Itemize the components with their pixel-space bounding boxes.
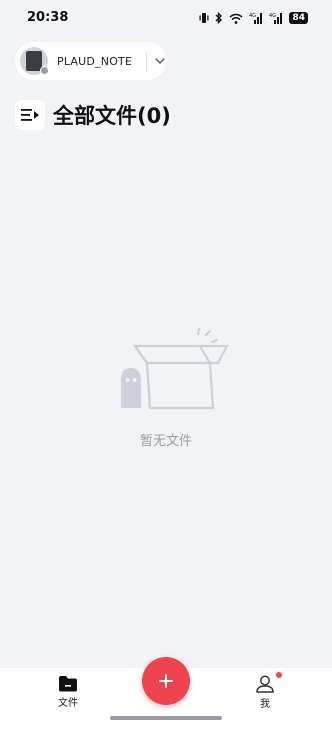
status-time: 20:38 xyxy=(27,10,69,25)
divider xyxy=(146,51,147,71)
battery-icon: 84 xyxy=(289,12,308,24)
svg-text:4G: 4G xyxy=(269,13,276,19)
notification-dot xyxy=(276,672,282,678)
status-bar: 20:38 4G 4G 84 xyxy=(0,0,332,36)
vibrate-icon xyxy=(199,13,209,23)
home-indicator[interactable] xyxy=(110,716,222,720)
tab-files-label: 文件 xyxy=(58,698,78,709)
bluetooth-icon xyxy=(215,12,223,24)
device-name: PLAUD_NOTE xyxy=(57,54,133,68)
page-title: 全部文件(0) xyxy=(53,104,171,128)
tab-me-label: 我 xyxy=(260,699,270,710)
list-expand-icon xyxy=(21,109,39,121)
device-selector[interactable]: PLAUD_NOTE xyxy=(15,42,166,80)
device-avatar xyxy=(20,47,49,75)
wifi-icon xyxy=(229,13,243,24)
user-icon xyxy=(256,675,274,693)
menu-toggle-button[interactable] xyxy=(15,100,45,130)
chevron-down-icon[interactable] xyxy=(154,55,166,67)
signal-4g-icon: 4G xyxy=(269,13,283,24)
signal-4g-icon: 4G xyxy=(249,13,263,24)
empty-state-text: 暂无文件 xyxy=(139,434,192,449)
folder-icon xyxy=(59,676,77,692)
status-icons: 4G 4G 84 xyxy=(199,11,308,25)
add-button[interactable] xyxy=(142,657,190,705)
device-status-dot xyxy=(40,66,49,75)
plus-icon xyxy=(159,674,173,688)
svg-text:4G: 4G xyxy=(249,13,256,19)
tab-me[interactable]: 我 xyxy=(249,672,282,710)
empty-box-illustration xyxy=(121,328,229,410)
header: 全部文件(0) xyxy=(15,100,171,130)
tab-files[interactable]: 文件 xyxy=(52,675,84,709)
